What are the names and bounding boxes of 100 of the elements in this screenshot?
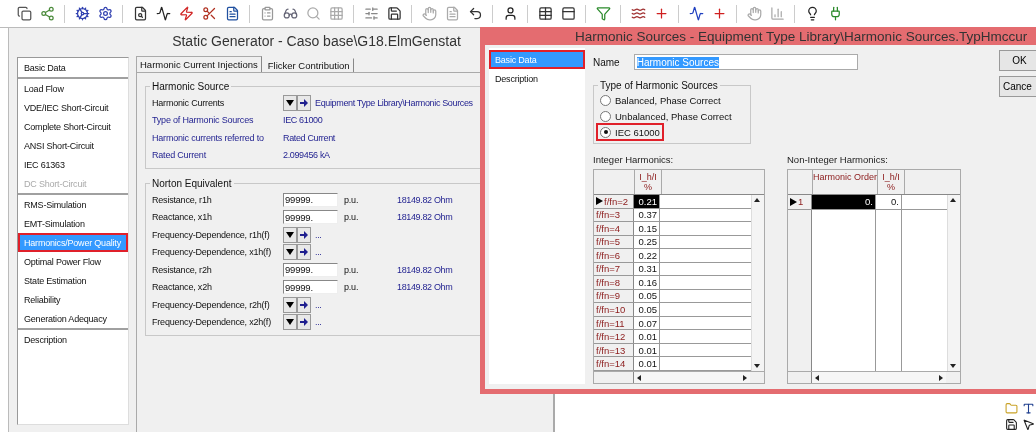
- table-title: Non-Integer Harmonics:: [787, 154, 889, 165]
- row-header[interactable]: f/fn=12: [594, 330, 634, 343]
- group-title: Norton Equivalent: [150, 178, 234, 189]
- sidebar-item[interactable]: RMS-Simulation: [18, 195, 128, 214]
- computed-value: 18149.82 Ohm: [397, 212, 453, 223]
- radio-option[interactable]: Unbalanced, Phase Correct: [598, 109, 734, 123]
- field-label: Rated Current: [152, 150, 207, 161]
- jump-button[interactable]: [297, 296, 311, 313]
- column-header: I_h/I: [639, 172, 657, 182]
- dropdown-button[interactable]: [283, 94, 297, 111]
- dropdown-button[interactable]: [283, 296, 297, 313]
- row-header[interactable]: f/fn=14: [594, 357, 634, 370]
- save-icon[interactable]: [1005, 418, 1018, 431]
- sidebar-item[interactable]: Complete Short-Circuit: [18, 117, 128, 136]
- link-value[interactable]: Equipment Type Library\Harmonic Sources: [315, 97, 473, 108]
- current-row-icon: [596, 197, 603, 206]
- sidebar-item[interactable]: VDE/IEC Short-Circuit: [18, 98, 128, 117]
- column-unit: %: [887, 182, 895, 192]
- jump-button[interactable]: [297, 314, 311, 331]
- field-label: Reactance, x2h: [152, 282, 213, 293]
- row-header[interactable]: 1: [788, 195, 812, 209]
- dropdown-button[interactable]: [283, 244, 297, 261]
- input-field[interactable]: 99999.: [283, 280, 338, 295]
- row-header[interactable]: f/fn=4: [594, 222, 634, 235]
- sidebar-item[interactable]: State Estimation: [18, 271, 128, 290]
- dialog-title: Harmonic Sources - Equipment Type Library\Harmonic Sources.TypHmccur: [485, 27, 1036, 45]
- jump-button[interactable]: [297, 226, 311, 243]
- field-label: Harmonic Currents: [152, 97, 226, 108]
- group-title: Harmonic Source: [150, 81, 232, 92]
- caret-icon: [286, 231, 294, 238]
- column-header: Harmonic Order: [813, 172, 877, 182]
- sidebar-item[interactable]: Basic Data: [18, 58, 128, 77]
- row-header[interactable]: f/fn=6: [594, 249, 634, 262]
- input-field[interactable]: 99999.: [283, 262, 338, 277]
- sidebar-item[interactable]: Optimal Power Flow: [18, 252, 128, 271]
- sidebar-item[interactable]: Description: [18, 330, 128, 349]
- field-value: IEC 61000: [283, 115, 323, 126]
- field-label: Harmonic currents referred to: [152, 132, 265, 143]
- sidebar-item[interactable]: Generation Adequacy: [18, 309, 128, 328]
- horizontal-scrollbar[interactable]: [812, 372, 946, 383]
- row-header[interactable]: f/fn=2: [594, 195, 634, 208]
- link-value[interactable]: ...: [315, 317, 322, 328]
- field-label: Frequency-Dependence, r2h(f): [152, 299, 271, 310]
- field-label: Resistance, r2h: [152, 264, 213, 275]
- computed-value: 18149.82 Ohm: [397, 264, 453, 275]
- sidebar-item[interactable]: EMT-Simulation: [18, 214, 128, 233]
- unit-label: p.u.: [344, 264, 360, 275]
- field-label: Frequency-Dependence, x2h(f): [152, 317, 272, 328]
- horizontal-scrollbar[interactable]: [634, 372, 750, 383]
- pointer-icon[interactable]: [1022, 418, 1035, 431]
- vertical-scrollbar[interactable]: [751, 195, 764, 371]
- table-cell[interactable]: 0.21: [634, 195, 660, 208]
- field-label: Frequency-Dependence, r1h(f): [152, 229, 271, 240]
- field-label: Resistance, r1h: [152, 194, 213, 205]
- caret-icon: [286, 319, 294, 326]
- input-field[interactable]: 99999.: [283, 210, 338, 225]
- field-label: Reactance, x1h: [152, 212, 213, 223]
- field-value: 2.099456 kA: [283, 150, 330, 161]
- radio-option[interactable]: Balanced, Phase Correct: [598, 93, 723, 107]
- dropdown-button[interactable]: [283, 226, 297, 243]
- current-row-icon: [790, 197, 797, 206]
- caret-icon: [286, 249, 294, 256]
- window-title: Static Generator - Caso base\G18.ElmGenstat: [171, 32, 462, 51]
- sidebar-item[interactable]: Description: [489, 69, 585, 88]
- jump-button[interactable]: [297, 244, 311, 261]
- column-header: I_h/I: [882, 172, 900, 182]
- unit-label: p.u.: [344, 194, 360, 205]
- radio-option[interactable]: IEC 61000: [598, 125, 662, 139]
- tab[interactable]: Harmonic Current Injections: [136, 56, 262, 72]
- arrow-icon: [300, 98, 308, 107]
- dialog-button[interactable]: Cance: [999, 76, 1036, 97]
- sidebar-item[interactable]: ANSI Short-Circuit: [18, 136, 128, 155]
- dialog-button[interactable]: OK: [999, 50, 1036, 71]
- table-title: Integer Harmonics:: [593, 154, 675, 165]
- unit-label: p.u.: [344, 282, 360, 293]
- link-value[interactable]: ...: [315, 247, 322, 258]
- sidebar-item[interactable]: IEC 61363: [18, 155, 128, 174]
- input-field[interactable]: 99999.: [283, 192, 338, 207]
- column-unit: %: [644, 182, 652, 192]
- jump-button[interactable]: [297, 94, 311, 111]
- vertical-scrollbar[interactable]: [947, 195, 960, 371]
- dropdown-button[interactable]: [283, 314, 297, 331]
- computed-value: 18149.82 Ohm: [397, 194, 453, 205]
- link-value[interactable]: ...: [315, 299, 322, 310]
- row-header[interactable]: f/fn=10: [594, 303, 634, 316]
- table-cell[interactable]: 0.: [812, 195, 876, 209]
- field-label: Frequency-Dependence, x1h(f): [152, 247, 272, 258]
- sidebar-item[interactable]: Load Flow: [18, 79, 128, 98]
- field-value: Rated Current: [283, 132, 335, 143]
- row-header[interactable]: f/fn=8: [594, 276, 634, 289]
- link-value[interactable]: ...: [315, 229, 322, 240]
- text-icon[interactable]: [1022, 402, 1035, 415]
- caret-icon: [286, 99, 294, 106]
- field-label: Type of Harmonic Sources: [152, 115, 255, 126]
- unit-label: p.u.: [344, 212, 360, 223]
- group-title: Type of Harmonic Sources: [599, 80, 719, 91]
- caret-icon: [286, 301, 294, 308]
- field-label: Name: [593, 56, 620, 68]
- sidebar-item[interactable]: Reliability: [18, 290, 128, 309]
- computed-value: 18149.82 Ohm: [397, 282, 453, 293]
